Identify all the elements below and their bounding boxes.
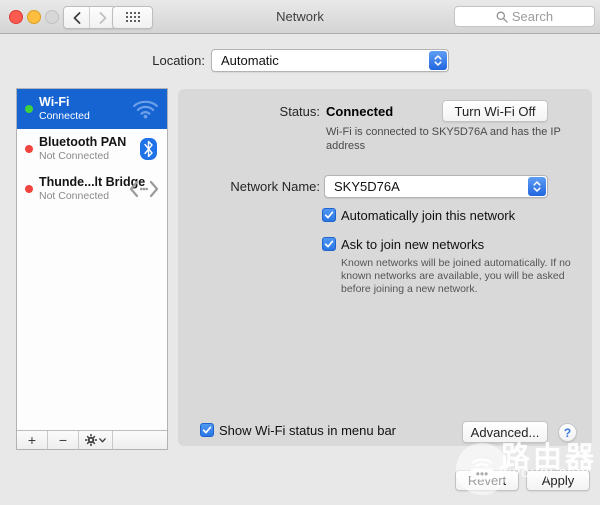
search-icon <box>496 11 508 23</box>
add-service-button[interactable]: + <box>17 431 48 449</box>
service-name: Wi-Fi <box>39 95 70 109</box>
back-button[interactable] <box>64 7 90 28</box>
service-actions-button[interactable] <box>79 431 113 449</box>
chevron-right-icon <box>99 11 106 24</box>
wifi-icon <box>132 98 159 124</box>
auto-join-checkbox[interactable] <box>322 208 336 222</box>
sidebar-item-wifi[interactable]: Wi-Fi Connected <box>17 89 167 129</box>
status-value: Connected <box>326 104 394 119</box>
chevron-down-icon <box>99 437 106 442</box>
location-select[interactable]: Automatic <box>211 49 449 72</box>
toolbar: Network Search <box>0 0 600 34</box>
status-dot-red <box>25 185 33 193</box>
service-name: Bluetooth PAN <box>39 135 127 149</box>
network-preferences-window: Network Search Location: Automatic Wi-Fi… <box>0 0 600 505</box>
stepper-icon <box>528 177 546 196</box>
zoom-button <box>45 10 59 24</box>
check-icon <box>324 211 334 219</box>
help-button[interactable]: ? <box>558 423 577 442</box>
grid-icon <box>125 12 140 22</box>
menu-bar-checkbox[interactable] <box>200 423 214 437</box>
close-button[interactable] <box>9 10 23 24</box>
status-note: Wi-Fi is connected to SKY5D76A and has t… <box>326 126 561 152</box>
network-name-value: SKY5D76A <box>334 179 400 194</box>
network-name-select[interactable]: SKY5D76A <box>324 175 548 198</box>
chevron-left-icon <box>73 11 80 24</box>
bluetooth-icon <box>140 138 157 165</box>
check-icon <box>202 426 212 434</box>
advanced-button[interactable]: Advanced... <box>462 421 548 443</box>
status-label: Status: <box>279 104 320 119</box>
revert-button[interactable]: Revert <box>455 470 519 491</box>
auto-join-label[interactable]: Automatically join this network <box>341 208 515 223</box>
show-all-button[interactable] <box>112 6 153 29</box>
check-icon <box>324 240 334 248</box>
services-sidebar: Wi-Fi Connected Bluetooth PAN Not Connec… <box>16 88 168 450</box>
search-input[interactable]: Search <box>454 6 595 27</box>
status-dot-red <box>25 145 33 153</box>
location-value: Automatic <box>221 53 279 68</box>
ask-join-note: Known networks will be joined automatica… <box>341 257 571 295</box>
ask-join-checkbox[interactable] <box>322 237 336 251</box>
location-label: Location: <box>152 53 205 68</box>
search-placeholder: Search <box>511 9 554 24</box>
menu-bar-label[interactable]: Show Wi-Fi status in menu bar <box>219 423 396 438</box>
stepper-icon <box>429 51 447 70</box>
remove-service-button[interactable]: − <box>48 431 79 449</box>
network-name-label: Network Name: <box>230 179 320 194</box>
turn-wifi-off-button[interactable]: Turn Wi-Fi Off <box>442 100 548 122</box>
sidebar-item-bluetooth-pan[interactable]: Bluetooth PAN Not Connected <box>17 129 167 169</box>
sidebar-item-thunderbolt-bridge[interactable]: Thunde...lt Bridge Not Connected <box>17 169 167 209</box>
apply-button[interactable]: Apply <box>526 470 590 491</box>
status-dot-green <box>25 105 33 113</box>
ask-join-label[interactable]: Ask to join new networks <box>341 237 484 252</box>
nav-buttons <box>63 6 116 29</box>
thunderbolt-bridge-icon <box>129 180 159 203</box>
service-status: Connected <box>39 110 90 122</box>
service-status: Not Connected <box>39 150 110 162</box>
main-panel: Status: Connected Turn Wi-Fi Off Wi-Fi i… <box>178 89 592 446</box>
minimize-button[interactable] <box>27 10 41 24</box>
service-list-toolbar: + − <box>17 430 167 449</box>
gear-icon <box>85 434 97 446</box>
